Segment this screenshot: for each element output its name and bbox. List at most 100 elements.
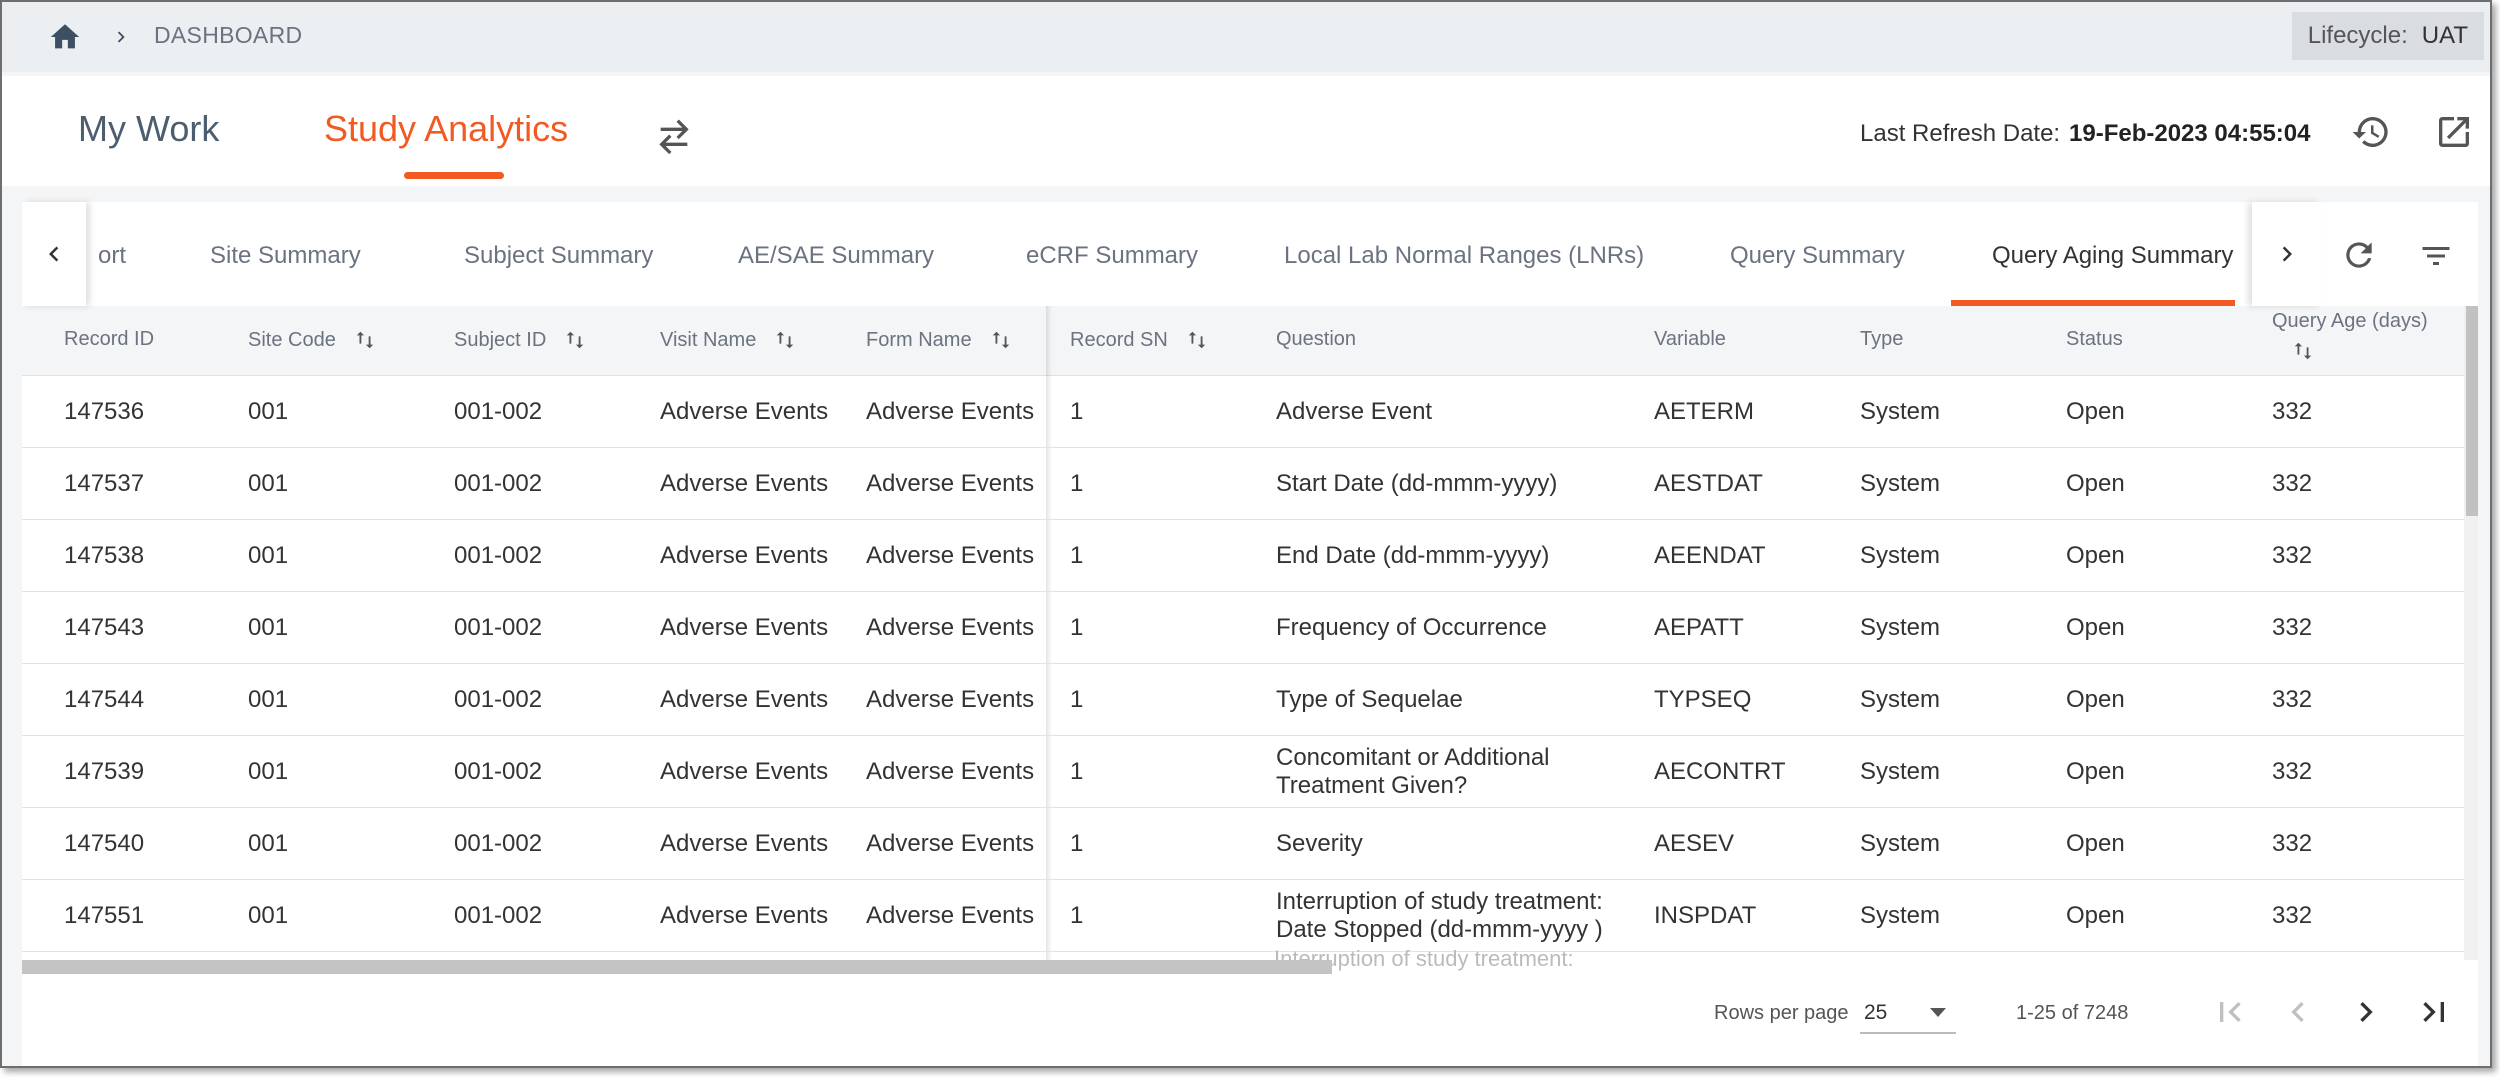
last-page-icon[interactable] (2414, 992, 2454, 1032)
cell-type: System (1860, 614, 1941, 641)
column-header-record-id[interactable]: Record ID (64, 328, 154, 351)
column-header-visit-name[interactable]: Visit Name (660, 328, 796, 352)
cell-form-name: Adverse Events (866, 758, 1035, 785)
previous-page-icon[interactable] (2278, 992, 2318, 1032)
cell-type: System (1860, 902, 1941, 929)
cell-record-sn: 1 (1070, 614, 1084, 641)
home-icon[interactable] (48, 20, 82, 54)
table-header: Record ID Site Code Subject ID Visit Nam… (22, 306, 2464, 376)
sort-icon[interactable] (354, 328, 376, 352)
column-label: Query Age (days) (2272, 310, 2428, 332)
tabs-next-button[interactable] (2252, 202, 2322, 306)
cell-record-id: 147543 (64, 614, 145, 641)
cell-form-name: Adverse Events (866, 542, 1035, 569)
table-row[interactable]: 147539 001 001-002 Adverse Events Adverse Ev… (22, 736, 2464, 808)
column-header-record-sn[interactable]: Record SN (1070, 328, 1208, 352)
cell-record-id: 147536 (64, 398, 145, 425)
cell-visit-name: Adverse Events (660, 902, 829, 929)
cell-record-id: 147551 (64, 902, 145, 929)
report-tab-bar: ort Site Summary Subject Summary AE/SAE … (22, 202, 2478, 306)
cell-form-name: Adverse Events (866, 830, 1035, 857)
history-icon[interactable] (2351, 112, 2391, 152)
cell-subject-id: 001-002 (454, 398, 543, 425)
column-header-question[interactable]: Question (1276, 328, 1356, 351)
cell-query-age: 332 (2272, 470, 2313, 497)
cell-variable: AETERM (1654, 398, 1755, 425)
next-page-icon[interactable] (2346, 992, 2386, 1032)
horizontal-scrollbar-thumb[interactable] (22, 960, 1332, 974)
column-header-query-age[interactable]: Query Age (days) (2272, 310, 2428, 363)
cell-site-code: 001 (248, 902, 289, 929)
cell-record-id: 147540 (64, 830, 145, 857)
refresh-icon[interactable] (2340, 236, 2378, 274)
column-label: Record ID (64, 328, 155, 350)
table-row[interactable]: 147543 001 001-002 Adverse Events Adverse Ev… (22, 592, 2464, 664)
cell-question: Type of Sequelae (1276, 686, 1463, 713)
table-row[interactable]: 147536 001 001-002 Adverse Events Adverse Ev… (22, 376, 2464, 448)
app-window: DASHBOARD Lifecycle: UAT My Work Study A… (0, 0, 2492, 1068)
tab-query-summary[interactable]: Query Summary (1730, 242, 1905, 270)
column-header-subject-id[interactable]: Subject ID (454, 328, 586, 352)
sort-icon[interactable] (2292, 339, 2314, 363)
sort-icon[interactable] (1186, 328, 1208, 352)
cell-form-name: Adverse Events (866, 902, 1035, 929)
cell-status: Open (2066, 470, 2125, 497)
table-row[interactable]: 147537 001 001-002 Adverse Events Adverse Ev… (22, 448, 2464, 520)
table-row[interactable]: 147540 001 001-002 Adverse Events Adverse Ev… (22, 808, 2464, 880)
filter-icon[interactable] (2416, 238, 2456, 274)
lifecycle-value: UAT (2421, 22, 2468, 49)
breadcrumb-dashboard[interactable]: DASHBOARD (154, 22, 302, 49)
nav-my-work[interactable]: My Work (78, 108, 219, 150)
tab-ecrf-summary[interactable]: eCRF Summary (1026, 242, 1198, 270)
chevron-left-icon (49, 246, 59, 262)
tab-ae-sae-summary[interactable]: AE/SAE Summary (738, 242, 934, 270)
tab-query-aging-summary[interactable]: Query Aging Summary (1992, 242, 2233, 270)
nav-study-analytics[interactable]: Study Analytics (324, 108, 568, 150)
tab-local-lab-normal-ranges[interactable]: Local Lab Normal Ranges (LNRs) (1284, 242, 1644, 270)
page-header: My Work Study Analytics Last Refresh Dat… (2, 76, 2490, 186)
cell-query-age: 332 (2272, 758, 2313, 785)
cell-record-sn: 1 (1070, 398, 1084, 425)
chevron-right-icon (2282, 246, 2292, 262)
chevron-right-icon (117, 31, 125, 43)
rows-per-page-select[interactable]: 25 (1860, 994, 1956, 1034)
table-row[interactable]: 147538 001 001-002 Adverse Events Adverse Ev… (22, 520, 2464, 592)
last-refresh-value: 19-Feb-2023 04:55:04 (2069, 120, 2311, 147)
table-row[interactable]: 147551 001 001-002 Adverse Events Adverse Ev… (22, 880, 2464, 952)
cell-type: System (1860, 830, 1941, 857)
first-page-icon[interactable] (2210, 992, 2250, 1032)
table-body: 147536 001 001-002 Adverse Events Adverse Ev… (22, 376, 2464, 952)
lifecycle-badge: Lifecycle: UAT (2291, 12, 2484, 60)
sort-icon[interactable] (990, 328, 1012, 352)
column-header-variable[interactable]: Variable (1654, 328, 1726, 351)
column-header-status[interactable]: Status (2066, 328, 2123, 351)
vertical-scrollbar-thumb[interactable] (2466, 306, 2478, 516)
column-header-type[interactable]: Type (1860, 328, 1903, 351)
tab-subject-summary[interactable]: Subject Summary (464, 242, 653, 270)
cell-record-sn: 1 (1070, 902, 1084, 929)
cell-status: Open (2066, 398, 2125, 425)
swap-icon[interactable] (652, 116, 696, 156)
tab-site-summary[interactable]: Site Summary (210, 242, 361, 270)
cell-status: Open (2066, 542, 2125, 569)
cell-site-code: 001 (248, 398, 289, 425)
cell-variable: AECONTRT (1654, 758, 1786, 785)
tabs-prev-button[interactable] (22, 202, 86, 306)
cell-type: System (1860, 758, 1941, 785)
cell-record-sn: 1 (1070, 830, 1084, 857)
cell-subject-id: 001-002 (454, 758, 543, 785)
cell-question: Concomitant or Additional Treatment Give… (1276, 744, 1550, 799)
column-header-form-name[interactable]: Form Name (866, 328, 1012, 352)
tab-report[interactable]: ort (98, 242, 126, 270)
lifecycle-label: Lifecycle: (2307, 22, 2408, 49)
table-row[interactable]: 147544 001 001-002 Adverse Events Adverse Ev… (22, 664, 2464, 736)
sort-icon[interactable] (564, 328, 586, 352)
sort-icon[interactable] (774, 328, 796, 352)
cell-subject-id: 001-002 (454, 902, 543, 929)
column-label: Question (1276, 328, 1357, 350)
column-header-site-code[interactable]: Site Code (248, 328, 376, 352)
open-in-new-icon[interactable] (2434, 112, 2474, 152)
cell-query-age: 332 (2272, 902, 2313, 929)
cell-subject-id: 001-002 (454, 542, 543, 569)
cell-visit-name: Adverse Events (660, 614, 829, 641)
